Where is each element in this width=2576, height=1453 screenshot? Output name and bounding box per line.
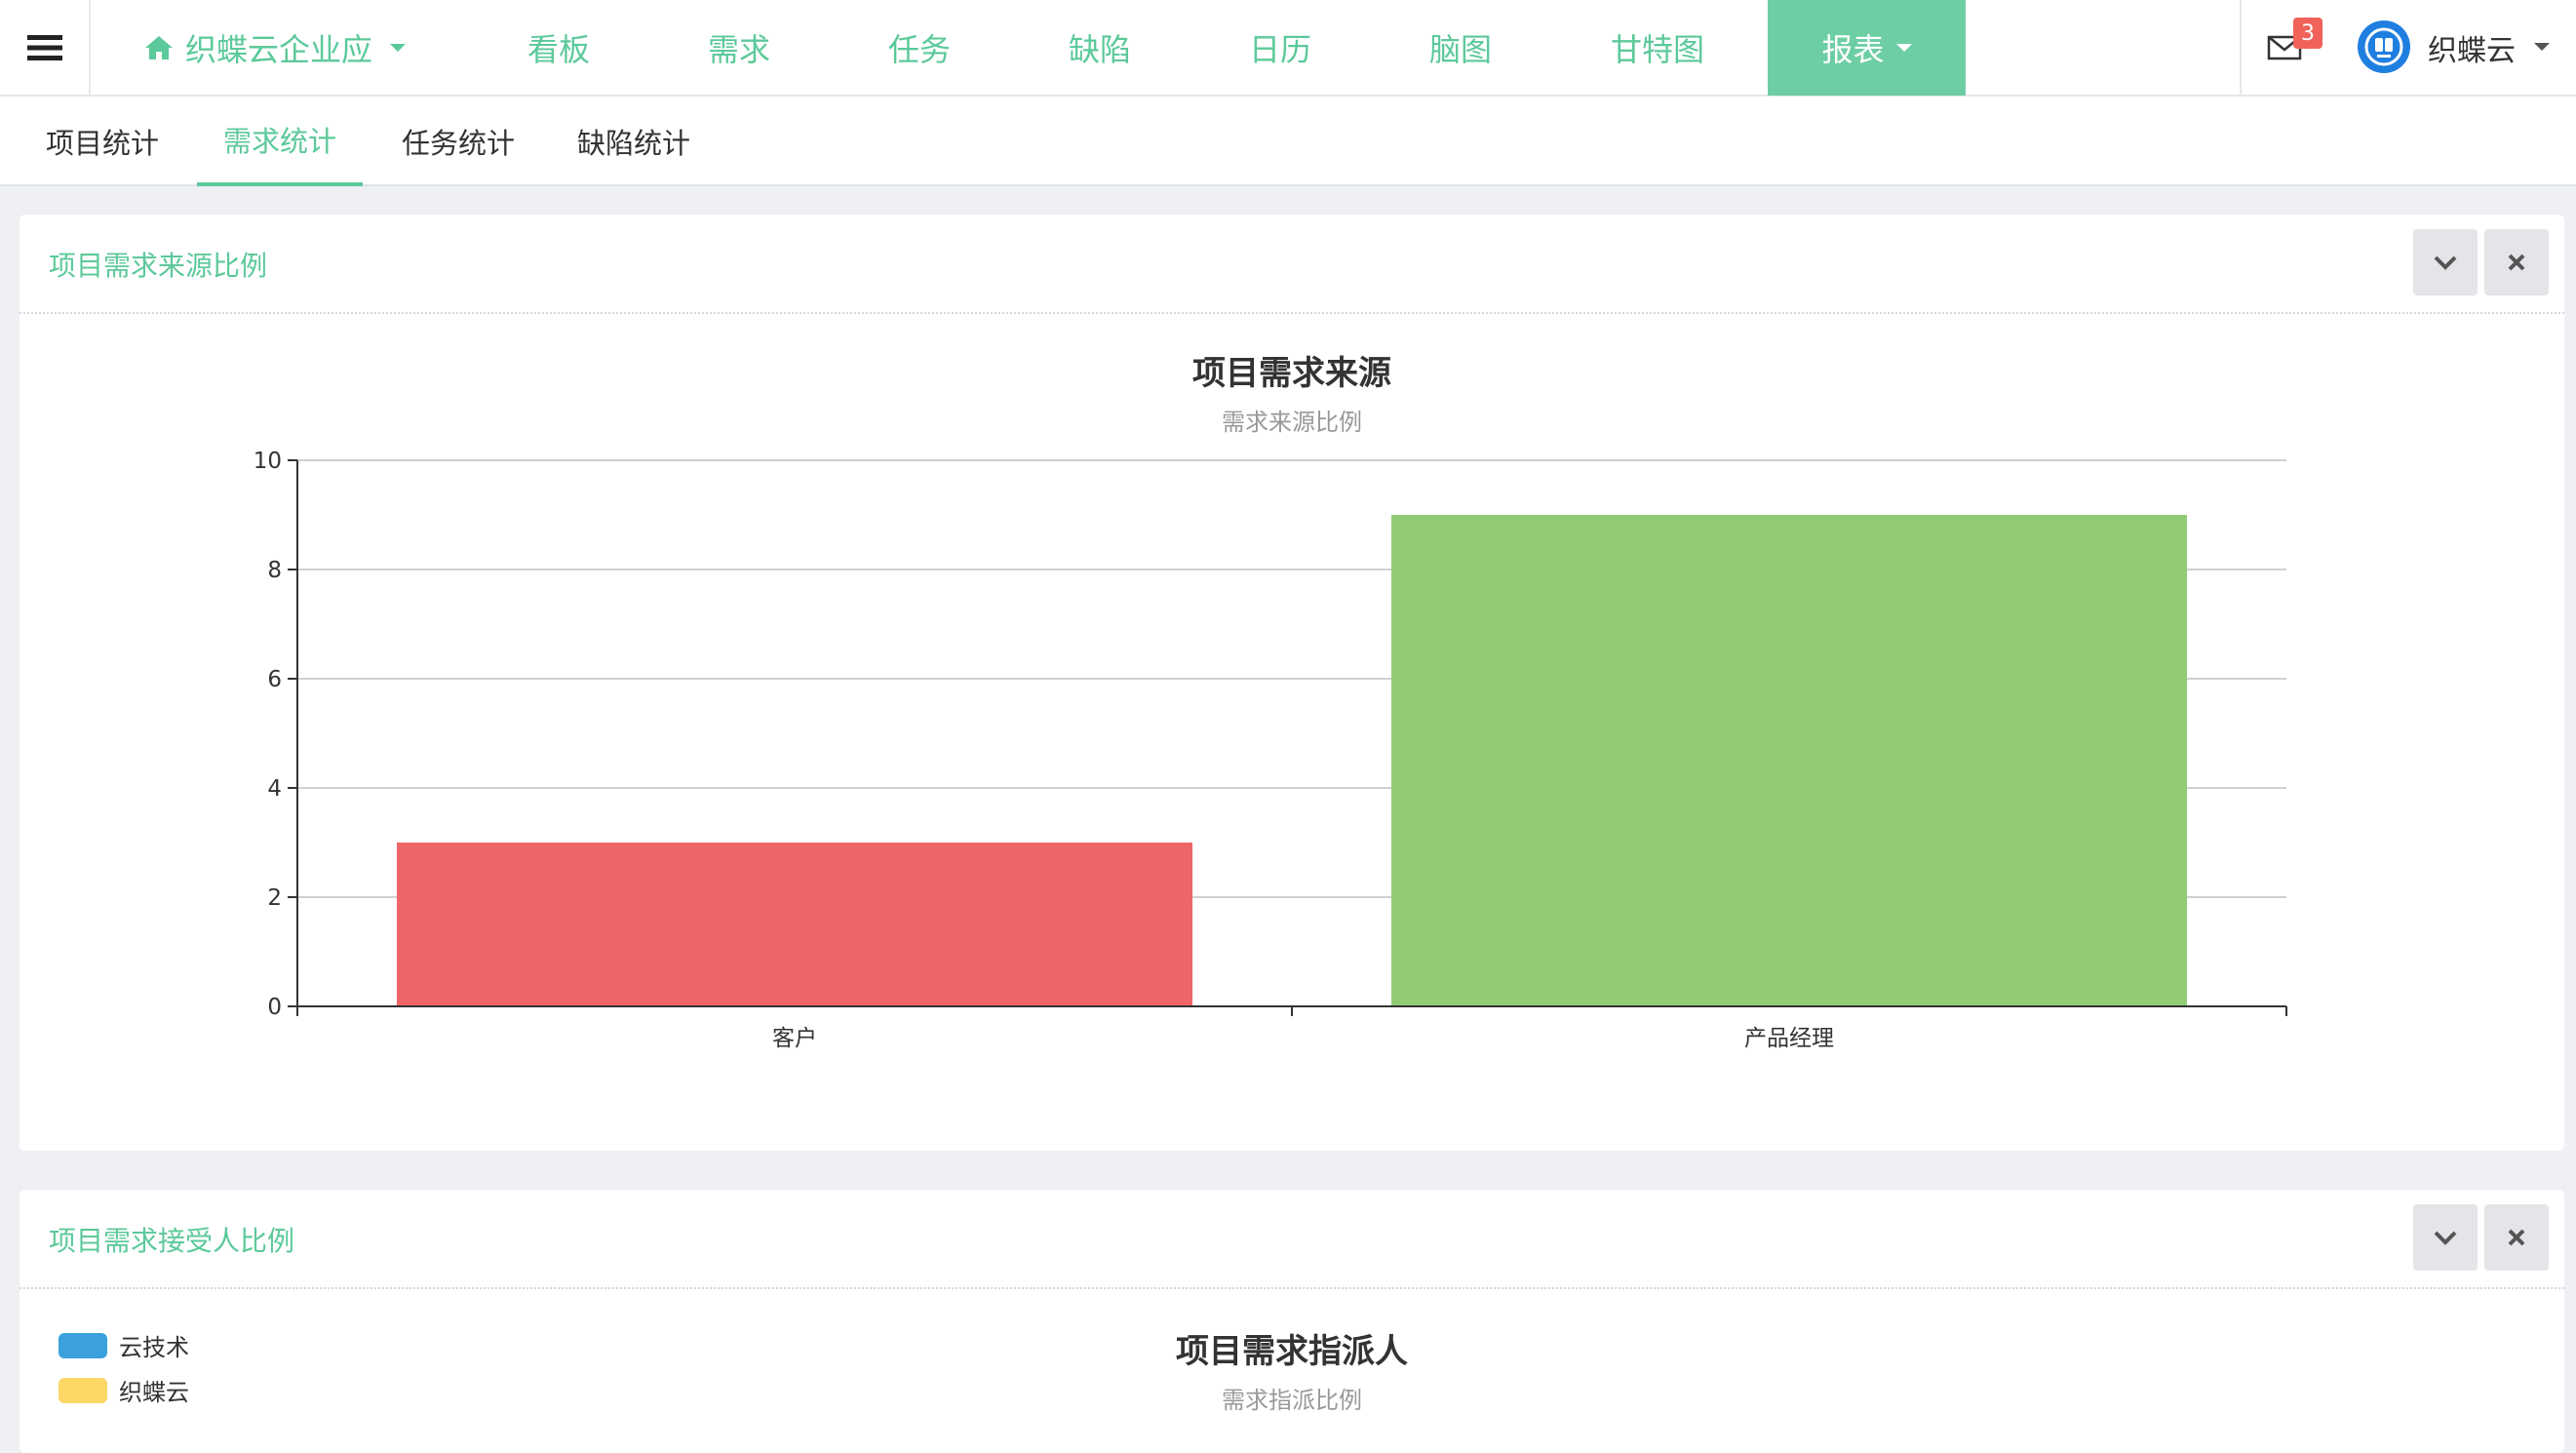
tab-requirement-stats[interactable]: 需求统计 (197, 97, 363, 186)
logo-icon (2364, 27, 2403, 66)
avatar[interactable] (2358, 20, 2410, 73)
nav-gantt-label: 甘特图 (1610, 30, 1704, 68)
nav-tasks-label: 任务 (887, 30, 951, 68)
home-icon (145, 35, 173, 59)
x-tick-label: 产品经理 (1744, 1026, 1834, 1051)
report-subtabs: 项目统计 需求统计 任务统计 缺陷统计 (0, 97, 2576, 186)
nav-requirements[interactable]: 需求 (687, 0, 791, 95)
nav-bugs-label: 缺陷 (1068, 30, 1131, 68)
nav-mindmap-label: 脑图 (1428, 30, 1492, 68)
project-switcher[interactable]: 织蝶云企业应 (144, 0, 407, 95)
nav-calendar-label: 日历 (1248, 30, 1311, 68)
close-icon (2508, 1229, 2525, 1246)
tab-bug-stats[interactable]: 缺陷统计 (561, 97, 707, 186)
nav-tasks[interactable]: 任务 (868, 0, 971, 95)
chevron-down-icon (1895, 44, 1912, 52)
nav-kanban-label: 看板 (527, 30, 590, 68)
menu-toggle-button[interactable] (0, 0, 91, 95)
close-button[interactable] (2484, 1204, 2549, 1271)
requirement-source-bar-chart: 0 2 4 6 8 10 客户 产品经理 (254, 449, 2287, 1051)
y-tick-label: 10 (254, 449, 282, 474)
user-name[interactable]: 织蝶云 (2428, 0, 2516, 95)
chart-title: 项目需求指派人 (1176, 1332, 1408, 1371)
tab-label: 缺陷统计 (576, 127, 690, 160)
x-tick-label: 客户 (772, 1026, 817, 1051)
collapse-button[interactable] (2413, 1204, 2478, 1271)
chevron-down-icon (2434, 1231, 2457, 1245)
tab-project-stats[interactable]: 项目统计 (29, 97, 176, 186)
y-tick-label: 6 (267, 667, 282, 692)
y-tick-label: 0 (267, 995, 282, 1020)
divider (2240, 0, 2242, 95)
nav-bugs[interactable]: 缺陷 (1048, 0, 1151, 95)
project-name: 织蝶云企业应 (185, 30, 373, 68)
hamburger-icon (26, 34, 62, 60)
panel-title: 项目需求接受人比例 (49, 1225, 295, 1257)
nav-calendar[interactable]: 日历 (1229, 0, 1332, 95)
bar-0 (397, 843, 1192, 1006)
y-tick-label: 2 (267, 885, 282, 911)
requirement-source-panel: 项目需求来源比例 项目需求来源 需求来源比例 0 2 4 6 8 10 客户 产品经理 (20, 215, 2564, 1151)
requirement-assignee-panel: 项目需求接受人比例 云技术 织蝶云 项目需求指派人 需求指派比例 (20, 1190, 2564, 1453)
nav-reports[interactable]: 报表 (1768, 0, 1966, 96)
nav-mindmap[interactable]: 脑图 (1409, 0, 1512, 95)
nav-requirements-label: 需求 (707, 30, 770, 68)
mail-count-badge: 3 (2293, 18, 2322, 49)
nav-kanban[interactable]: 看板 (507, 0, 610, 95)
nav-reports-label: 报表 (1821, 31, 1885, 68)
y-tick-label: 4 (267, 776, 282, 802)
chevron-down-icon[interactable] (2534, 43, 2550, 51)
bar-1 (1391, 515, 2187, 1006)
tab-task-stats[interactable]: 任务统计 (385, 97, 531, 186)
tab-label: 任务统计 (401, 127, 515, 160)
nav-gantt[interactable]: 甘特图 (1589, 0, 1726, 95)
panel-header: 项目需求接受人比例 (20, 1190, 2564, 1289)
tab-label: 项目统计 (45, 127, 159, 160)
y-tick-label: 8 (267, 558, 282, 583)
chevron-down-icon (390, 43, 407, 52)
top-navbar: 织蝶云企业应 看板 需求 任务 缺陷 日历 脑图 甘特图 报表 3 织蝶云 (0, 0, 2576, 97)
tab-label: 需求统计 (222, 125, 336, 158)
chart-subtitle: 需求指派比例 (1222, 1387, 1362, 1414)
